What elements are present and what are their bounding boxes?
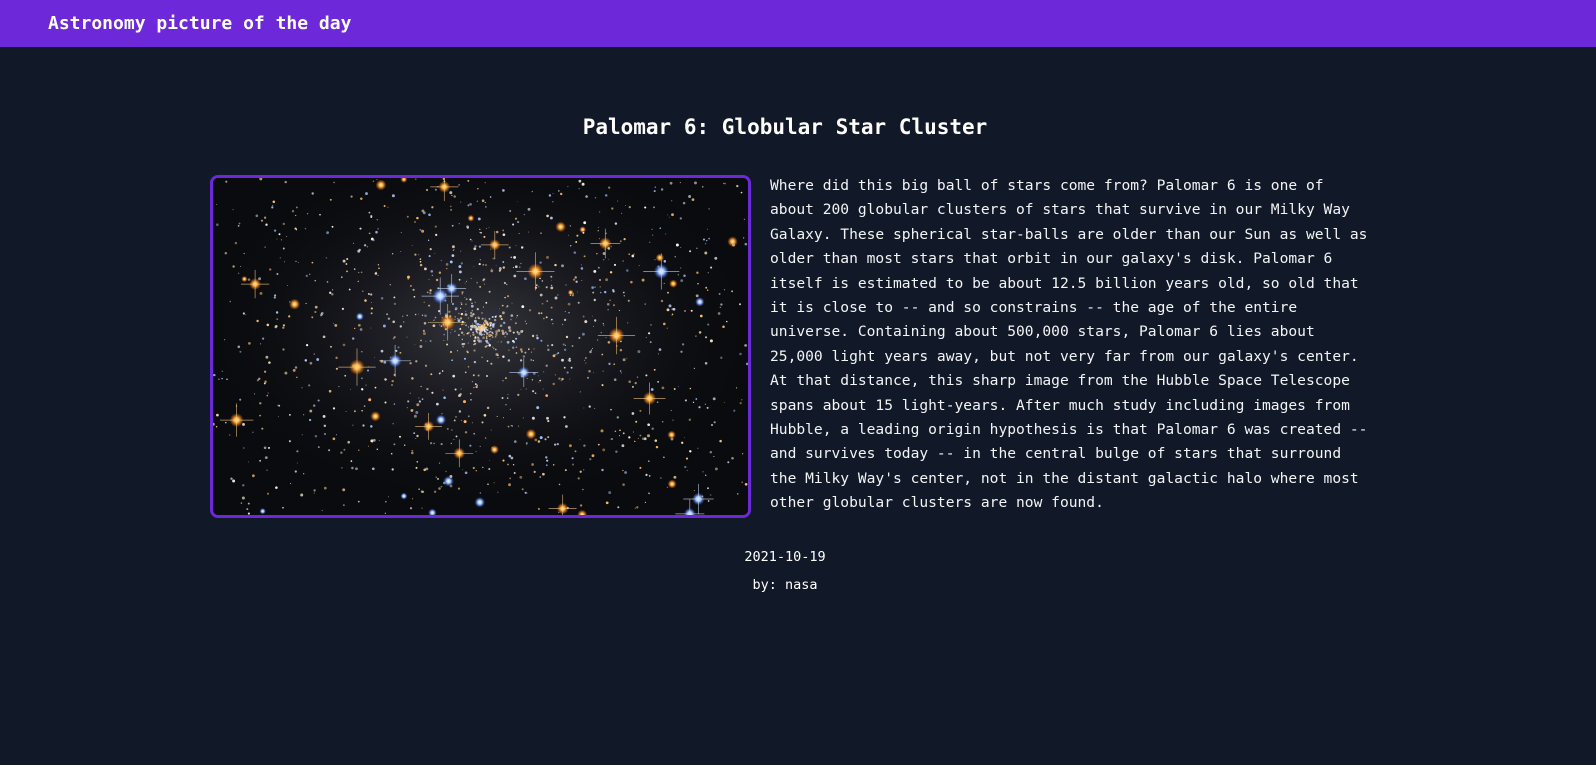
apod-date: 2021-10-19	[744, 549, 826, 565]
apod-byline: by: nasa	[0, 577, 1570, 593]
page-title: Palomar 6: Globular Star Cluster	[582, 115, 988, 139]
star-cluster-photo	[213, 178, 748, 515]
app-title: Astronomy picture of the day	[48, 13, 352, 34]
byline-label: by:	[752, 577, 777, 593]
top-bar: Astronomy picture of the day	[0, 0, 1596, 47]
byline-author: nasa	[785, 577, 818, 593]
apod-image	[210, 175, 751, 518]
apod-explanation: Where did this big ball of stars come fr…	[770, 177, 1368, 512]
